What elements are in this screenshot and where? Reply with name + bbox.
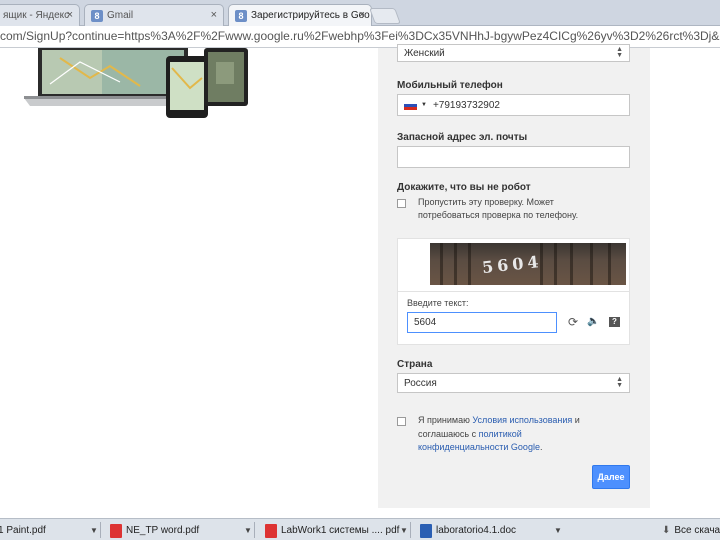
tab-google-signup[interactable]: 8 Зарегистрируйтесь в Goo × bbox=[228, 4, 372, 26]
address-url: com/SignUp?continue=https%3A%2F%2Fwww.go… bbox=[0, 29, 720, 43]
terms-text: . bbox=[539, 442, 543, 452]
captcha-image: 5604 bbox=[430, 243, 626, 285]
tab-label: Зарегистрируйтесь в Goo bbox=[251, 10, 370, 21]
download-item[interactable]: NE_TP word.pdf bbox=[110, 522, 199, 539]
devices-illustration bbox=[24, 48, 248, 118]
download-item[interactable]: 1 Paint.pdf bbox=[0, 522, 46, 539]
signup-form-panel: Женский ▲ ▼ Мобильный телефон ▼ +79193732… bbox=[378, 44, 650, 508]
download-arrow-icon: ⬇ bbox=[662, 525, 671, 536]
terms-text: соглашаюсь с bbox=[418, 429, 479, 439]
robot-check-heading: Докажите, что вы не робот bbox=[397, 182, 531, 193]
terms-text: и bbox=[572, 415, 580, 425]
captcha-input[interactable]: 5604 bbox=[407, 312, 557, 333]
tab-label: ящик - Яндекс bbox=[3, 10, 70, 21]
reload-captcha-icon[interactable]: ⟳ bbox=[568, 315, 578, 329]
privacy-policy-link[interactable]: политикой bbox=[479, 429, 522, 439]
backup-email-label: Запасной адрес эл. почты bbox=[397, 132, 528, 143]
download-item[interactable]: LabWork1 системы .... pdf bbox=[265, 522, 399, 539]
download-filename: LabWork1 системы .... pdf bbox=[281, 525, 400, 536]
terms-line3: конфиденциальности Google. bbox=[418, 442, 542, 452]
downloads-bar: 1 Paint.pdf ▼ NE_TP word.pdf ▼ LabWork1 … bbox=[0, 518, 720, 540]
skip-verification-checkbox[interactable] bbox=[397, 199, 406, 208]
country-label: Страна bbox=[397, 359, 433, 370]
accept-terms-checkbox[interactable] bbox=[397, 417, 406, 426]
tab-yandex-mail[interactable]: ящик - Яндекс × bbox=[0, 4, 80, 26]
download-filename: 1 Paint.pdf bbox=[0, 525, 46, 536]
next-button[interactable]: Далее bbox=[592, 465, 630, 489]
show-all-downloads-link[interactable]: ⬇ Все скачан bbox=[662, 522, 720, 539]
pdf-icon bbox=[110, 523, 122, 538]
tab-label: Gmail bbox=[107, 10, 134, 21]
terms-of-service-link[interactable]: Условия использования bbox=[472, 415, 572, 425]
select-arrows-icon: ▲ ▼ bbox=[616, 376, 623, 389]
terms-text: Я принимаю bbox=[418, 415, 473, 425]
tab-gmail[interactable]: 8 Gmail × bbox=[84, 4, 224, 26]
terms-line1: Я принимаю Условия использования и bbox=[418, 415, 580, 425]
country-select[interactable]: Россия ▲ ▼ bbox=[397, 373, 630, 393]
backup-email-field[interactable] bbox=[397, 146, 630, 168]
audio-captcha-icon[interactable]: 🔈 bbox=[587, 316, 599, 327]
close-tab-icon[interactable]: × bbox=[211, 9, 217, 21]
browser-tab-strip: ящик - Яндекс × 8 Gmail × 8 Зарегистриру… bbox=[0, 0, 720, 26]
help-icon[interactable]: ? bbox=[609, 317, 620, 327]
download-item[interactable]: laboratorio4.1.doc bbox=[420, 522, 516, 539]
gender-select[interactable]: Женский ▲ ▼ bbox=[397, 44, 630, 62]
download-filename: laboratorio4.1.doc bbox=[436, 525, 517, 536]
country-code-dropdown-icon[interactable]: ▼ bbox=[421, 102, 427, 108]
new-tab-button[interactable] bbox=[369, 8, 401, 24]
skip-verification-line2: потребоваться проверка по телефону. bbox=[418, 210, 579, 220]
terms-line2: соглашаюсь с политикой bbox=[418, 429, 522, 439]
show-all-downloads-label: Все скачан bbox=[674, 525, 720, 536]
pdf-icon bbox=[265, 523, 277, 538]
captcha-word: 5604 bbox=[481, 251, 544, 278]
phone-label: Мобильный телефон bbox=[397, 80, 503, 91]
google-favicon-icon: 8 bbox=[91, 9, 103, 22]
close-tab-icon[interactable]: × bbox=[67, 9, 73, 21]
google-favicon-icon: 8 bbox=[235, 9, 247, 22]
captcha-input-value: 5604 bbox=[414, 317, 437, 328]
phone-value: +79193732902 bbox=[432, 99, 500, 111]
russia-flag-icon[interactable] bbox=[404, 100, 417, 110]
download-filename: NE_TP word.pdf bbox=[126, 525, 200, 536]
privacy-policy-link-cont[interactable]: конфиденциальности Google bbox=[418, 442, 540, 452]
gender-value: Женский bbox=[404, 47, 445, 59]
select-arrows-icon: ▲ ▼ bbox=[616, 46, 623, 59]
skip-verification-line1: Пропустить эту проверку. Может bbox=[418, 197, 554, 207]
captcha-prompt: Введите текст: bbox=[407, 298, 469, 308]
country-value: Россия bbox=[404, 377, 437, 389]
doc-icon bbox=[420, 523, 432, 538]
close-tab-icon[interactable]: × bbox=[359, 9, 365, 21]
captcha-box: 5604 Введите текст: 5604 ⟳ 🔈 ? bbox=[397, 238, 630, 345]
phone-field[interactable]: ▼ +79193732902 bbox=[397, 94, 630, 116]
